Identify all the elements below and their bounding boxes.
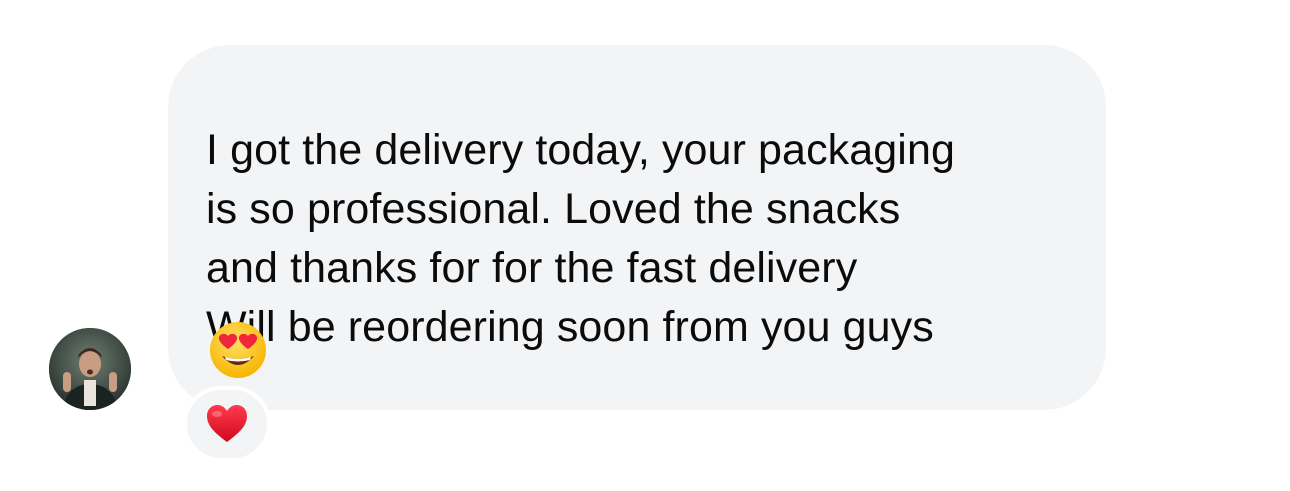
reaction-badge[interactable] <box>183 386 271 462</box>
avatar[interactable] <box>49 328 131 410</box>
message-text: I got the delivery today, your packaging… <box>206 126 955 351</box>
red-heart-icon <box>207 405 247 442</box>
heart-eyes-emoji-icon <box>208 320 268 380</box>
chat-thread: I got the delivery today, your packaging… <box>0 0 1290 491</box>
message-bubble[interactable]: I got the delivery today, your packaging… <box>168 45 1106 410</box>
avatar-image <box>49 328 131 410</box>
